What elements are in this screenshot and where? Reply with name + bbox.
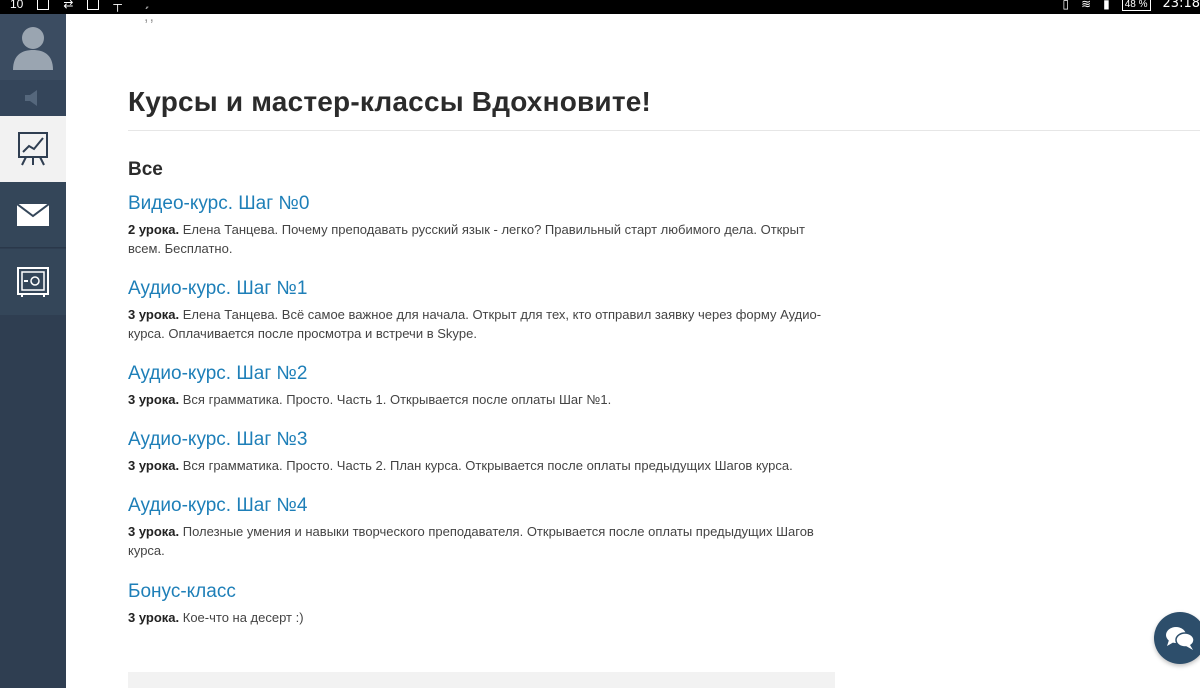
course-text: Полезные умения и навыки творческого пре… xyxy=(128,524,814,558)
course-item: Видео-курс. Шаг №0 2 урока. Елена Танцев… xyxy=(128,192,828,258)
safe-icon xyxy=(17,267,49,297)
course-item: Аудио-курс. Шаг №2 3 урока. Вся граммати… xyxy=(128,362,828,409)
gallery-icon xyxy=(37,0,50,10)
status-left-text: 10 xyxy=(10,0,24,11)
chat-bubbles-icon xyxy=(1166,627,1195,650)
course-link[interactable]: Аудио-курс. Шаг №3 xyxy=(128,428,828,452)
section-title: Все xyxy=(128,159,163,180)
course-description: 3 урока. Кое-что на десерт :) xyxy=(128,608,828,627)
course-text: Вся грамматика. Просто. Часть 1. Открыва… xyxy=(179,392,612,407)
chart-easel-icon xyxy=(18,132,48,166)
course-item: Аудио-курс. Шаг №3 3 урока. Вся граммати… xyxy=(128,428,828,475)
main-content: ,́́́́́, Курсы и мастер-классы Вдохновите… xyxy=(66,8,1200,688)
course-description: 2 урока. Елена Танцева. Почему преподава… xyxy=(128,220,828,258)
partial-heading: ,́́́́́, xyxy=(144,8,155,25)
course-link[interactable]: Бонус-класс xyxy=(128,580,828,604)
course-description: 3 урока. Елена Танцева. Всё самое важное… xyxy=(128,305,828,343)
course-text: Елена Танцева. Почему преподавать русски… xyxy=(128,222,805,256)
mail-icon xyxy=(17,203,49,226)
course-link[interactable]: Видео-курс. Шаг №0 xyxy=(128,192,828,216)
lesson-count: 3 урока. xyxy=(128,307,180,322)
wifi-icon: ≋ xyxy=(1081,0,1092,11)
sidebar-item-messages[interactable] xyxy=(0,182,66,248)
sidebar-item-safe[interactable] xyxy=(0,249,66,315)
pin-icon: ┬ xyxy=(113,0,122,11)
title-divider xyxy=(128,130,1200,131)
course-item: Аудио-курс. Шаг №4 3 урока. Полезные уме… xyxy=(128,494,828,560)
lesson-count: 3 урока. xyxy=(128,392,180,407)
sidebar-item-avatar[interactable] xyxy=(0,14,66,80)
course-link[interactable]: Аудио-курс. Шаг №1 xyxy=(128,277,828,301)
clock: 23:18 xyxy=(1162,0,1200,11)
sim-icon: ▮ xyxy=(1103,0,1110,11)
course-link[interactable]: Аудио-курс. Шаг №4 xyxy=(128,494,828,518)
course-text: Кое-что на десерт :) xyxy=(179,610,304,625)
page-title: Курсы и мастер-классы Вдохновите! xyxy=(128,86,652,117)
course-link[interactable]: Аудио-курс. Шаг №2 xyxy=(128,362,828,386)
sidebar-item-courses[interactable] xyxy=(0,116,66,182)
vibrate-icon: ▯ xyxy=(1062,0,1070,11)
course-item: Аудио-курс. Шаг №1 3 урока. Елена Танцев… xyxy=(128,277,828,343)
course-description: 3 урока. Полезные умения и навыки творче… xyxy=(128,522,828,560)
sync-icon: ⇄ xyxy=(63,0,74,11)
lesson-count: 3 урока. xyxy=(128,610,180,625)
sidebar-item-sound[interactable] xyxy=(0,80,66,116)
lesson-count: 3 урока. xyxy=(128,524,180,539)
battery-indicator: 48 % xyxy=(1121,0,1151,11)
clipboard-icon xyxy=(87,0,100,10)
course-text: Вся грамматика. Просто. Часть 2. План ку… xyxy=(179,458,793,473)
course-description: 3 урока. Вся грамматика. Просто. Часть 1… xyxy=(128,390,828,409)
lesson-count: 3 урока. xyxy=(128,458,180,473)
course-text: Елена Танцева. Всё самое важное для нача… xyxy=(128,307,822,341)
course-description: 3 урока. Вся грамматика. Просто. Часть 2… xyxy=(128,456,828,475)
chat-button[interactable] xyxy=(1154,612,1200,664)
sidebar xyxy=(0,14,66,688)
course-item: Бонус-класс 3 урока. Кое-что на десерт :… xyxy=(128,580,828,627)
status-bar: 10 ⇄ ┬ ▯ ≋ ▮ 48 % 23:18 xyxy=(0,0,1200,14)
user-icon xyxy=(13,27,53,70)
footer-panel xyxy=(128,672,835,688)
lesson-count: 2 урока. xyxy=(128,222,180,237)
speaker-icon xyxy=(25,90,37,106)
